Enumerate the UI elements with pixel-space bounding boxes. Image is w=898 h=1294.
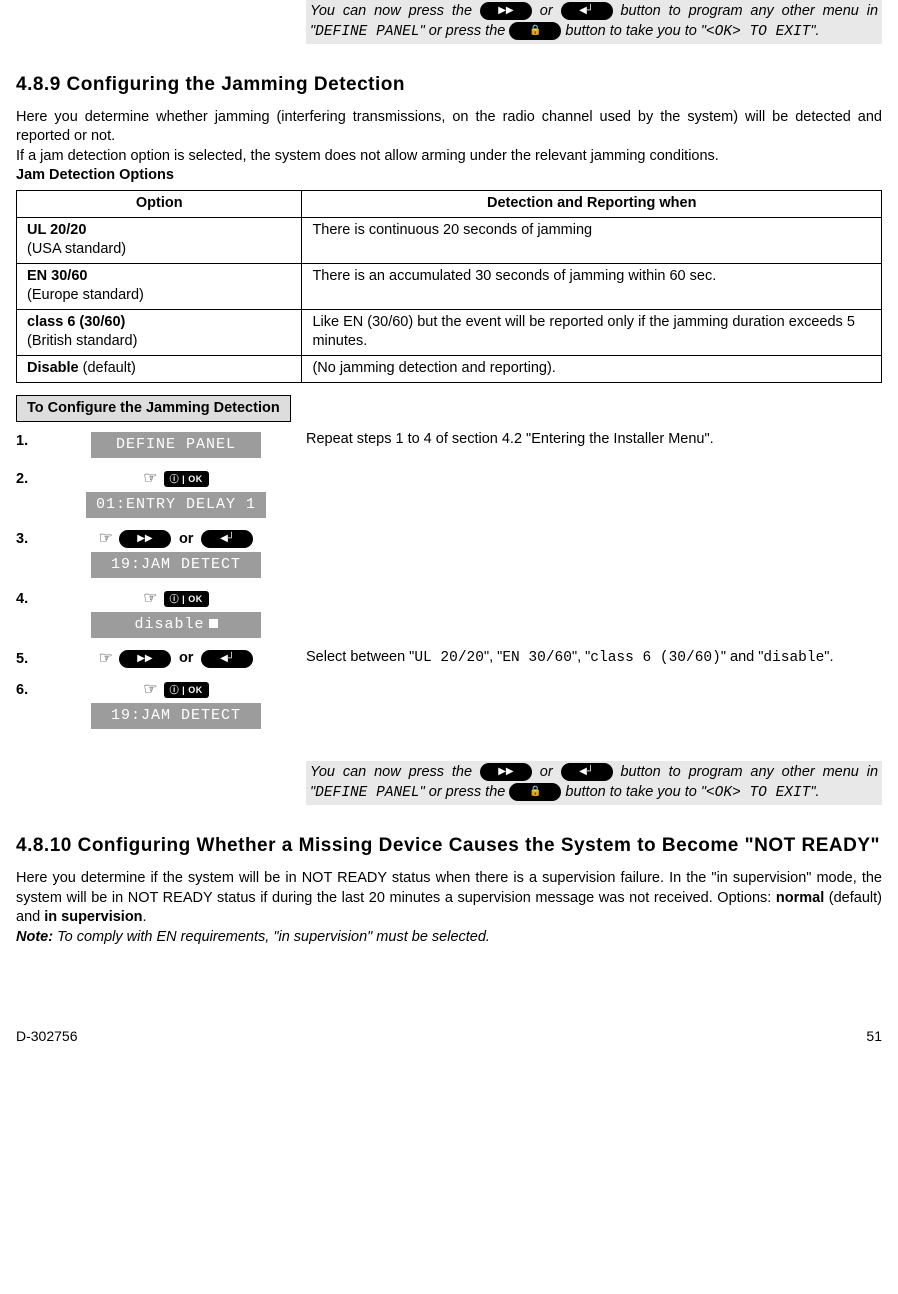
section-intro-2: If a jam detection option is selected, t… [16,147,882,167]
forward-button-icon: ▶▶ [119,530,171,548]
forward-button-icon: ▶▶ [119,650,171,668]
forward-button-icon: ▶▶ [480,2,532,20]
opt-name: Disable [27,360,79,376]
t: Select between " [306,649,414,665]
opt-sub: (British standard) [27,333,137,349]
step-number: 4. [16,588,46,610]
opt-supervision: in supervision [44,909,142,925]
menu-name: DEFINE PANEL [315,785,419,801]
section-4810-note: Note: To comply with EN requirements, "i… [16,928,882,948]
opt-sub: (USA standard) [27,241,126,257]
opt: disable [763,650,824,666]
hint-text: or [540,764,561,780]
pointer-icon: ☞ [143,679,157,701]
cursor-icon [209,619,218,628]
step-desc: Repeat steps 1 to 4 of section 4.2 "Ente… [306,430,882,450]
back-button-icon: ◀┘ [201,650,253,668]
note-text: To comply with EN requirements, "in supe… [53,929,490,945]
step-number: 6. [16,679,46,701]
page-number: 51 [866,1027,882,1046]
hint-text: ". [810,784,819,800]
lock-button-icon: 🔒 [509,783,561,801]
exit-text: <OK> TO EXIT [706,785,810,801]
opt-name: class 6 (30/60) [27,314,125,330]
table-row: UL 20/20 (USA standard) There is continuo… [17,217,882,263]
table-row: class 6 (30/60) (British standard) Like E… [17,309,882,355]
opt: UL 20/20 [414,650,484,666]
menu-name: DEFINE PANEL [315,24,419,40]
opt-normal: normal [776,890,824,906]
pointer-icon: ☞ [143,588,157,610]
hint-text: You can now press the [310,764,480,780]
lock-button-icon: 🔒 [509,22,561,40]
procedure-heading: To Configure the Jamming Detection [16,395,291,423]
hint-text: button to take you to " [565,784,706,800]
lcd-display: 01:ENTRY DELAY 1 [86,492,266,518]
pointer-icon: ☞ [99,528,113,550]
section-heading-489: 4.8.9 Configuring the Jamming Detection [16,72,882,98]
hint-text: You can now press the [310,3,480,19]
section-4810-body: Here you determine if the system will be… [16,869,882,928]
table-row: EN 30/60 (Europe standard) There is an ac… [17,263,882,309]
hint-text: " or press the [420,23,510,39]
t: Here you determine if the system will be… [16,870,882,906]
lcd-text: disable [134,616,204,633]
opt-name: EN 30/60 [27,268,87,284]
hint-text: button to take you to " [565,23,706,39]
hint-text: or [540,3,561,19]
back-button-icon: ◀┘ [561,763,613,781]
t: . [143,909,147,925]
or-text: or [179,531,194,547]
lcd-display: DEFINE PANEL [91,432,261,458]
opt-sub: (Europe standard) [27,287,144,303]
step-number: 5. [16,648,46,670]
opt-desc: There is continuous 20 seconds of jammin… [302,217,882,263]
step-number: 1. [16,430,46,452]
t: " and " [721,649,764,665]
hint-text: " or press the [420,784,510,800]
step-number: 2. [16,468,46,490]
note-label: Note: [16,929,53,945]
lcd-display: disable [91,612,261,638]
opt-name: UL 20/20 [27,222,86,238]
jam-options-table: Option Detection and Reporting when UL 2… [16,190,882,383]
table-row: Disable (default) (No jamming detection … [17,355,882,382]
opt-desc: (No jamming detection and reporting). [302,355,882,382]
ok-button-icon: ⓘ | OK [164,682,209,698]
back-button-icon: ◀┘ [561,2,613,20]
section-intro-1: Here you determine whether jamming (inte… [16,108,882,147]
section-heading-4810: 4.8.10 Configuring Whether a Missing Dev… [16,833,882,859]
pointer-icon: ☞ [99,648,113,670]
hint-text: ". [810,23,819,39]
exit-text: <OK> TO EXIT [706,24,810,40]
step-number: 3. [16,528,46,550]
doc-number: D-302756 [16,1027,78,1046]
t: ", " [484,649,502,665]
procedure-steps: 1. DEFINE PANEL Repeat steps 1 to 4 of s… [16,430,882,729]
forward-button-icon: ▶▶ [480,763,532,781]
top-hint-box: You can now press the ▶▶ or ◀┘ button to… [306,0,882,44]
lcd-display: 19:JAM DETECT [91,552,261,578]
back-button-icon: ◀┘ [201,530,253,548]
bottom-hint-box: You can now press the ▶▶ or ◀┘ button to… [306,761,882,805]
table-title: Jam Detection Options [16,166,882,186]
opt: class 6 (30/60) [590,650,721,666]
t: ". [824,649,833,665]
col-detection: Detection and Reporting when [302,191,882,218]
opt-desc: Like EN (30/60) but the event will be re… [302,309,882,355]
page-footer: D-302756 51 [16,1027,882,1046]
opt-sub: (default) [79,360,136,376]
ok-button-icon: ⓘ | OK [164,591,209,607]
t: ", " [572,649,590,665]
opt: EN 30/60 [502,650,572,666]
step-desc: Select between "UL 20/20", "EN 30/60", "… [306,648,882,669]
or-text: or [179,650,194,666]
opt-desc: There is an accumulated 30 seconds of ja… [302,263,882,309]
lcd-display: 19:JAM DETECT [91,703,261,729]
pointer-icon: ☞ [143,468,157,490]
col-option: Option [17,191,302,218]
ok-button-icon: ⓘ | OK [164,471,209,487]
